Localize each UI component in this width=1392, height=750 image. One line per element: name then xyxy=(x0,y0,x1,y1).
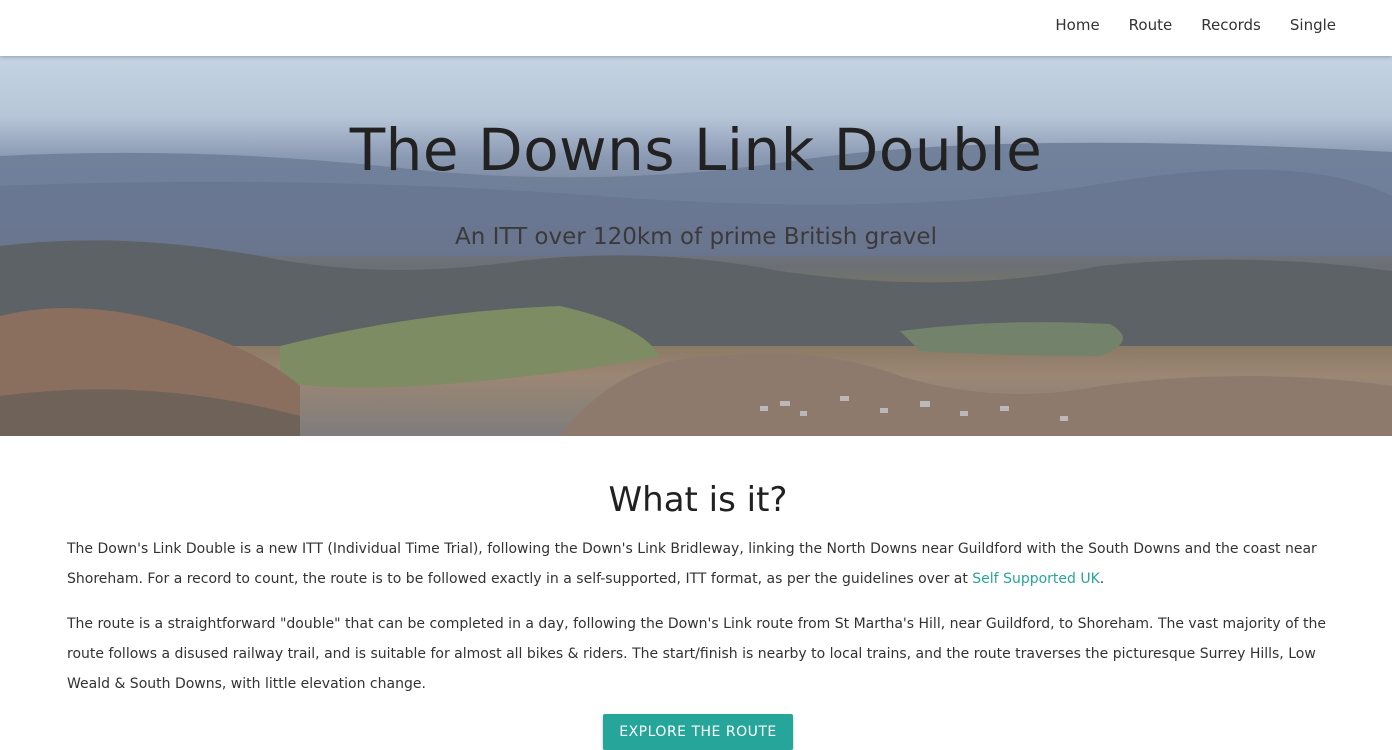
hero-subtitle: An ITT over 120km of prime British grave… xyxy=(455,224,937,250)
intro-paragraph: The Down's Link Double is a new ITT (Ind… xyxy=(67,534,1329,594)
intro-text: The Down's Link Double is a new ITT (Ind… xyxy=(67,541,1317,587)
nav-item-single[interactable]: Single xyxy=(1290,16,1336,34)
self-supported-uk-link[interactable]: Self Supported UK xyxy=(972,571,1100,587)
nav-item-home[interactable]: Home xyxy=(1055,16,1099,34)
explore-route-button[interactable]: EXPLORE THE ROUTE xyxy=(603,714,793,750)
navbar: Home Route Records Single xyxy=(0,0,1392,56)
route-paragraph: The route is a straightforward "double" … xyxy=(67,616,1326,692)
nav-menu: Home Route Records Single xyxy=(1026,0,1336,50)
button-container: EXPLORE THE ROUTE xyxy=(67,714,1329,750)
hero-title: The Downs Link Double xyxy=(349,116,1043,184)
nav-item-route[interactable]: Route xyxy=(1129,16,1173,34)
intro-text-end: . xyxy=(1099,571,1105,587)
hero-banner: The Downs Link Double An ITT over 120km … xyxy=(0,56,1392,436)
about-section: What is it? The Down's Link Double is a … xyxy=(67,436,1329,750)
section-heading: What is it? xyxy=(608,480,788,520)
nav-item-records[interactable]: Records xyxy=(1201,16,1261,34)
